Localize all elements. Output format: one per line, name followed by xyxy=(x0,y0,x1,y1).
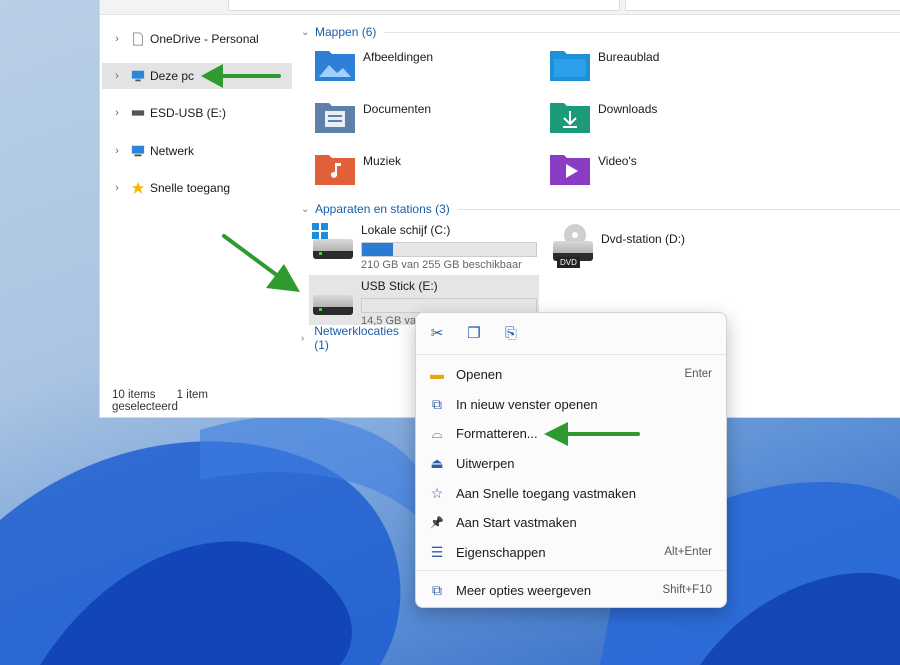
menu-item-label: Aan Start vastmaken xyxy=(456,514,577,530)
videos-folder-icon xyxy=(550,155,590,185)
drive-c[interactable]: Lokale schijf (C:) 210 GB van 255 GB bes… xyxy=(309,219,539,271)
folder-downloads[interactable]: Downloads xyxy=(550,94,760,138)
eject-icon: ⏏ xyxy=(430,454,444,471)
nav-item-label: OneDrive - Personal xyxy=(150,32,259,46)
chevron-down-icon[interactable]: ⌄ xyxy=(301,204,315,215)
nav-item-snelle-toegang[interactable]: › Snelle toegang xyxy=(102,175,292,201)
chevron-right-icon[interactable]: › xyxy=(110,33,124,45)
menu-item-eigenschappen[interactable]: ☰ Eigenschappen Alt+Enter xyxy=(422,538,720,566)
usb-drive-icon xyxy=(131,110,145,116)
item-count: 10 items xyxy=(112,389,156,401)
menu-item-shortcut: Shift+F10 xyxy=(662,584,712,596)
annotation-arrow-left-icon xyxy=(201,64,281,88)
computer-icon xyxy=(131,70,145,82)
usb-drive-icon xyxy=(313,295,353,315)
folder-label: Muziek xyxy=(363,154,402,168)
drive-usage-bar xyxy=(361,298,537,313)
divider xyxy=(384,31,900,33)
menu-item-meer-opties[interactable]: ⧉ Meer opties weergeven Shift+F10 xyxy=(422,576,720,604)
drive-d[interactable]: DVD Dvd-station (D:) xyxy=(549,219,779,269)
status-bar: 10 items 1 item geselecteerd xyxy=(112,389,293,413)
folder-videos[interactable]: Video's xyxy=(550,146,760,190)
menu-item-snelle-toegang[interactable]: ☆ Aan Snelle toegang vastmaken xyxy=(422,479,720,507)
folder-open-icon: ▬ xyxy=(430,366,444,382)
nav-item-label: Deze pc xyxy=(150,69,195,83)
drive-usage-bar xyxy=(361,242,537,257)
divider xyxy=(457,208,900,210)
toolbar-strip xyxy=(100,0,900,15)
folder-documenten[interactable]: Documenten xyxy=(315,94,525,138)
chevron-right-icon[interactable]: › xyxy=(110,145,124,157)
rename-icon[interactable]: ⎘ xyxy=(501,323,521,343)
folder-label: Afbeeldingen xyxy=(363,50,434,64)
search-box[interactable] xyxy=(625,0,900,11)
menu-item-uitwerpen[interactable]: ⏏ Uitwerpen xyxy=(422,449,720,477)
menu-divider xyxy=(416,570,726,571)
menu-item-label: Eigenschappen xyxy=(456,544,546,560)
properties-icon: ☰ xyxy=(430,543,444,560)
nav-item-onedrive[interactable]: › OneDrive - Personal xyxy=(102,26,292,52)
menu-item-label: Uitwerpen xyxy=(456,455,515,471)
menu-item-shortcut: Alt+Enter xyxy=(664,546,712,558)
documents-folder-icon xyxy=(315,103,355,133)
menu-item-label: Meer opties weergeven xyxy=(456,582,592,598)
menu-item-label: Aan Snelle toegang vastmaken xyxy=(456,485,636,501)
chevron-right-icon[interactable]: › xyxy=(301,333,314,344)
desktop-folder-icon xyxy=(550,51,590,81)
annotation-arrow-left-icon xyxy=(544,422,640,446)
nav-item-label: Snelle toegang xyxy=(150,181,231,195)
group-header-folders[interactable]: ⌄ Mappen (6) xyxy=(301,23,900,41)
chevron-right-icon[interactable]: › xyxy=(110,182,124,194)
copy-icon[interactable]: ❐ xyxy=(464,323,484,343)
music-folder-icon xyxy=(315,155,355,185)
group-header-network[interactable]: › Netwerklocaties (1) xyxy=(301,324,411,352)
nav-item-esd-usb[interactable]: › ESD-USB (E:) xyxy=(102,100,292,126)
star-icon xyxy=(131,181,145,195)
menu-item-shortcut: Enter xyxy=(684,368,713,380)
folder-label: Video's xyxy=(598,154,637,168)
context-menu-quick-actions: ✂ ❐ ⎘ xyxy=(416,313,726,355)
menu-item-nieuw-venster[interactable]: ⧉ In nieuw venster openen xyxy=(422,390,720,418)
star-outline-icon: ☆ xyxy=(430,484,444,501)
folder-bureaublad[interactable]: Bureaublad xyxy=(550,42,760,86)
pictures-folder-icon xyxy=(315,51,355,81)
group-title: Mappen (6) xyxy=(315,25,377,39)
chevron-right-icon[interactable]: › xyxy=(110,107,124,119)
group-title: Netwerklocaties (1) xyxy=(314,324,399,352)
drive-free-space: 210 GB van 255 GB beschikbaar xyxy=(361,259,522,271)
drive-name: Lokale schijf (C:) xyxy=(361,223,451,237)
menu-item-openen[interactable]: ▬ Openen Enter xyxy=(422,360,720,388)
document-icon xyxy=(133,32,143,46)
folder-label: Bureaublad xyxy=(598,50,660,64)
windows-logo-icon xyxy=(312,223,328,239)
more-options-icon: ⧉ xyxy=(432,581,442,598)
address-bar[interactable] xyxy=(228,0,620,11)
nav-item-label: ESD-USB (E:) xyxy=(150,106,227,120)
menu-item-label: In nieuw venster openen xyxy=(456,396,598,412)
downloads-folder-icon xyxy=(550,103,590,133)
annotation-arrow-down-right-icon xyxy=(222,234,300,292)
nav-item-netwerk[interactable]: › Netwerk xyxy=(102,138,292,164)
folder-label: Downloads xyxy=(598,102,658,116)
context-menu: ✂ ❐ ⎘ ▬ Openen Enter ⧉ In nieuw venster … xyxy=(415,312,727,608)
menu-item-start-vastmaken[interactable]: 📌 Aan Start vastmaken xyxy=(422,508,720,536)
drive-name: Dvd-station (D:) xyxy=(601,232,686,246)
folder-muziek[interactable]: Muziek xyxy=(315,146,525,190)
format-icon: ⌓ xyxy=(431,424,443,441)
nav-item-label: Netwerk xyxy=(150,144,195,158)
chevron-right-icon[interactable]: › xyxy=(110,70,124,82)
group-title: Apparaten en stations (3) xyxy=(315,202,450,216)
open-new-window-icon: ⧉ xyxy=(432,395,442,412)
dvd-badge: DVD xyxy=(557,257,580,268)
folder-afbeeldingen[interactable]: Afbeeldingen xyxy=(315,42,525,86)
folder-label: Documenten xyxy=(363,102,432,116)
drive-name: USB Stick (E:) xyxy=(361,279,438,293)
chevron-down-icon[interactable]: ⌄ xyxy=(301,27,315,38)
menu-item-label: Openen xyxy=(456,366,503,382)
hard-drive-icon xyxy=(313,239,353,259)
group-header-devices[interactable]: ⌄ Apparaten en stations (3) xyxy=(301,200,900,218)
network-icon xyxy=(131,145,145,157)
pin-icon: 📌 xyxy=(430,516,444,529)
cut-icon[interactable]: ✂ xyxy=(427,323,447,343)
